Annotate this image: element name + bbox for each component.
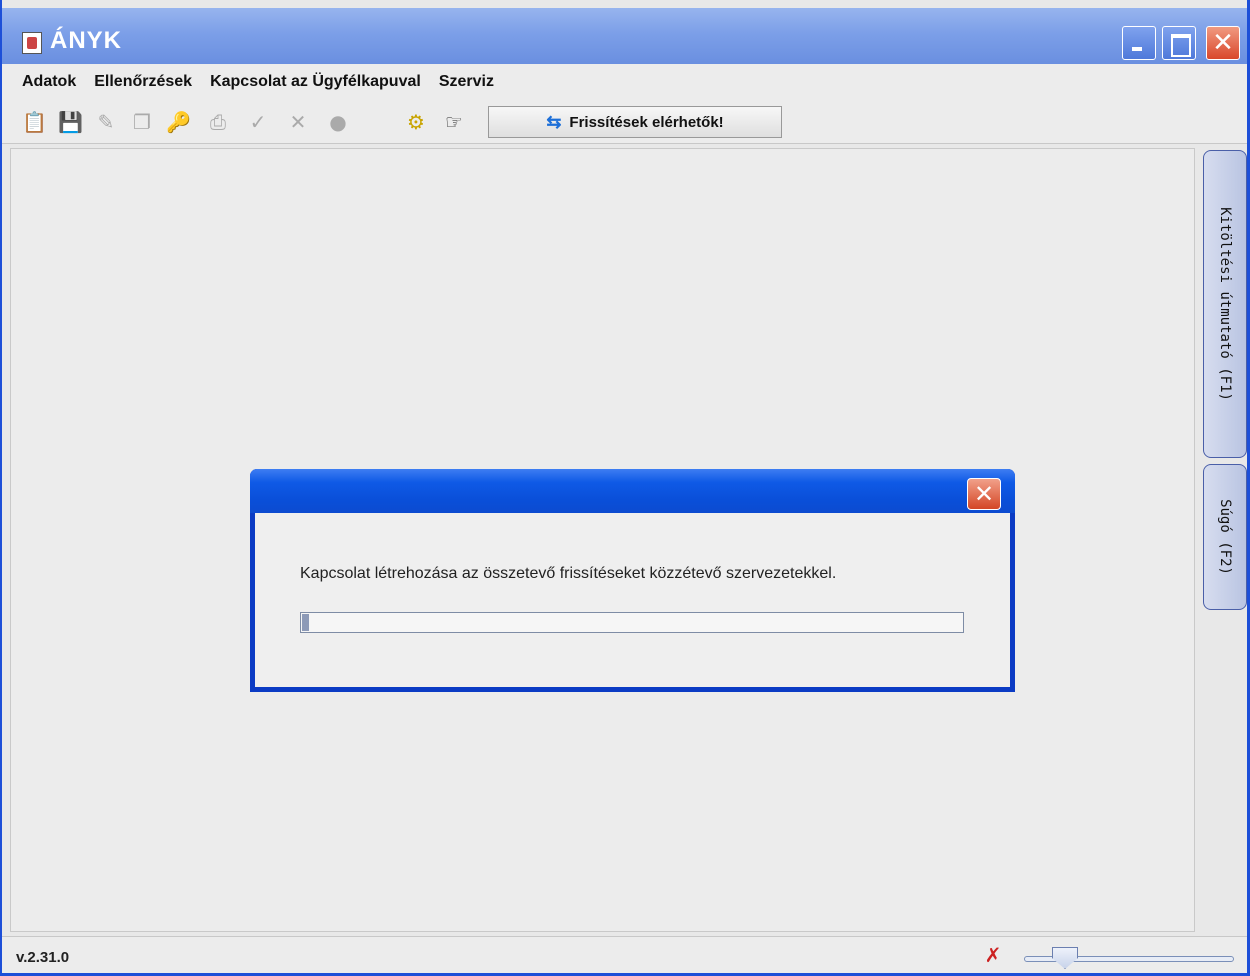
- pen-cross-icon[interactable]: ✗: [980, 942, 1006, 968]
- close-button[interactable]: ✕: [1206, 26, 1240, 60]
- progress-bar: [300, 612, 964, 633]
- key-icon[interactable]: 🔑: [166, 110, 191, 134]
- dialog-message: Kapcsolat létrehozása az összetevő friss…: [300, 565, 837, 582]
- menu-kapcsolat-ugyfelkapu[interactable]: Kapcsolat az Ügyfélkapuval: [210, 73, 421, 91]
- edit-icon[interactable]: ✎: [94, 110, 118, 134]
- close-icon: ✕: [973, 480, 995, 508]
- save-icon[interactable]: 💾: [58, 110, 83, 134]
- menu-ellenorzesek[interactable]: Ellenőrzések: [94, 73, 192, 91]
- print-icon[interactable]: ⎙: [206, 110, 230, 134]
- globe-icon[interactable]: ●: [326, 110, 350, 134]
- dialog-close-button[interactable]: ✕: [967, 478, 1001, 510]
- status-bar: v.2.31.0 ✗: [2, 936, 1247, 973]
- connection-progress-dialog: ✕ Kapcsolat létrehozása az összetevő fri…: [250, 469, 1015, 692]
- maximize-button[interactable]: [1162, 26, 1196, 60]
- pointer-icon[interactable]: ☞: [442, 110, 466, 134]
- copy-icon[interactable]: ❐: [130, 110, 154, 134]
- menu-szerviz[interactable]: Szerviz: [439, 73, 494, 91]
- tab-filling-guide[interactable]: Kitöltési útmutató (F1): [1203, 150, 1247, 458]
- dialog-body: Kapcsolat létrehozása az összetevő friss…: [255, 513, 1010, 687]
- updates-available-button[interactable]: ⇆ Frissítések elérhetők!: [488, 106, 782, 138]
- menu-adatok[interactable]: Adatok: [22, 73, 76, 91]
- refresh-icon: ⇆: [546, 111, 562, 132]
- version-label: v.2.31.0: [16, 949, 70, 966]
- menu-bar: Adatok Ellenőrzések Kapcsolat az Ügyfélk…: [2, 64, 1247, 100]
- main-window: ÁNYK ✕ Adatok Ellenőrzések Kapcsolat az …: [0, 0, 1250, 976]
- zoom-slider-thumb[interactable]: [1052, 947, 1078, 969]
- delete-icon[interactable]: ✕: [286, 110, 310, 134]
- tab-help-label: Súgó (F2): [1217, 499, 1233, 575]
- minimize-button[interactable]: [1122, 26, 1156, 60]
- progress-bar-fill: [302, 614, 309, 631]
- app-java-icon[interactable]: [22, 32, 42, 54]
- settings-icon[interactable]: ⚙: [404, 110, 428, 134]
- check-icon[interactable]: ✓: [246, 110, 270, 134]
- open-icon[interactable]: 📋: [22, 110, 47, 134]
- tab-filling-guide-label: Kitöltési útmutató (F1): [1217, 207, 1233, 401]
- close-icon: ✕: [1212, 28, 1234, 58]
- updates-available-label: Frissítések elérhetők!: [569, 113, 724, 131]
- window-title: ÁNYK: [50, 27, 123, 54]
- dialog-title-bar[interactable]: [250, 469, 1015, 513]
- toolbar: 📋 💾 ✎ ❐ 🔑 ⎙ ✓ ✕ ● ⚙ ☞ ⇆ Frissítések elér…: [2, 100, 1247, 144]
- title-bar[interactable]: ÁNYK ✕: [2, 8, 1247, 64]
- tab-help[interactable]: Súgó (F2): [1203, 464, 1247, 610]
